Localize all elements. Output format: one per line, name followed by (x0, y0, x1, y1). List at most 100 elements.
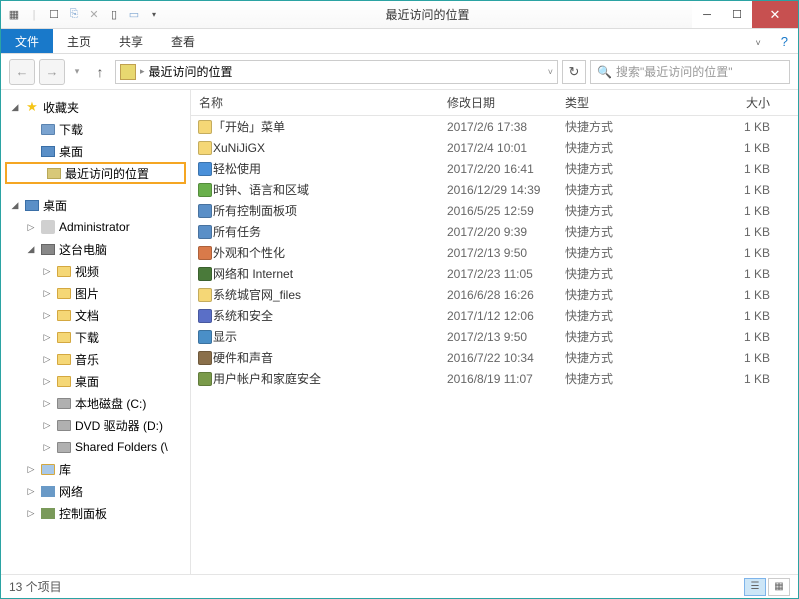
tab-share[interactable]: 共享 (105, 29, 157, 54)
address-path: 最近访问的位置 (149, 63, 233, 80)
globe-icon (198, 162, 212, 176)
sidebar-admin[interactable]: ▷ Administrator (1, 216, 190, 238)
file-row[interactable]: 「开始」菜单2017/2/6 17:38快捷方式1 KB (191, 116, 798, 137)
disk-icon (57, 442, 71, 453)
sidebar-control-panel[interactable]: ▷ 控制面板 (1, 502, 190, 524)
back-button[interactable]: ← (9, 59, 35, 85)
forward-button[interactable]: → (39, 59, 65, 85)
file-type: 快捷方式 (565, 286, 685, 303)
up-button[interactable]: ↑ (89, 61, 111, 83)
search-box[interactable]: 🔍 搜索"最近访问的位置" (590, 60, 790, 84)
panel-icon (198, 204, 212, 218)
file-date: 2016/8/19 11:07 (447, 372, 565, 386)
col-date-header[interactable]: 修改日期 (447, 94, 565, 111)
file-row[interactable]: XuNiJiGX2017/2/4 10:01快捷方式1 KB (191, 137, 798, 158)
file-row[interactable]: 外观和个性化2017/2/13 9:50快捷方式1 KB (191, 242, 798, 263)
file-tab[interactable]: 文件 (1, 29, 53, 53)
file-row[interactable]: 轻松使用2017/2/20 16:41快捷方式1 KB (191, 158, 798, 179)
file-date: 2017/2/20 16:41 (447, 162, 565, 176)
minimize-button[interactable]: ─ (692, 1, 722, 28)
desktop-group[interactable]: ◢ 桌面 (1, 194, 190, 216)
sidebar-recent-places[interactable]: ▸ 最近访问的位置 (5, 162, 186, 184)
qat-copy-icon[interactable]: ⎘ (65, 6, 83, 24)
ribbon-tabs: 文件 主页 共享 查看 ˅ ? (1, 29, 798, 54)
item-count: 13 个项目 (9, 578, 62, 595)
file-date: 2017/2/20 9:39 (447, 225, 565, 239)
folder-icon (57, 332, 71, 343)
sidebar-desktop-fav[interactable]: ▸ 桌面 (1, 140, 190, 162)
file-size: 1 KB (685, 141, 798, 155)
sidebar-computer-item[interactable]: ▷视频 (1, 260, 190, 282)
file-name: 系统和安全 (213, 307, 447, 324)
col-type-header[interactable]: 类型 (565, 94, 685, 111)
qat-divider: | (25, 6, 43, 24)
file-size: 1 KB (685, 162, 798, 176)
file-date: 2016/7/22 10:34 (447, 351, 565, 365)
file-row[interactable]: 系统和安全2017/1/12 12:06快捷方式1 KB (191, 305, 798, 326)
help-button[interactable]: ? (771, 34, 798, 49)
sidebar-computer-item[interactable]: ▷文档 (1, 304, 190, 326)
sidebar-computer-item[interactable]: ▷本地磁盘 (C:) (1, 392, 190, 414)
favorites-group[interactable]: ◢★ 收藏夹 (1, 96, 190, 118)
folder-icon (198, 288, 212, 302)
file-size: 1 KB (685, 309, 798, 323)
sidebar-downloads[interactable]: ▸ 下载 (1, 118, 190, 140)
file-type: 快捷方式 (565, 265, 685, 282)
sidebar-network[interactable]: ▷ 网络 (1, 480, 190, 502)
sidebar-computer[interactable]: ◢ 这台电脑 (1, 238, 190, 260)
file-type: 快捷方式 (565, 370, 685, 387)
file-date: 2017/2/13 9:50 (447, 330, 565, 344)
address-bar[interactable]: ▸ 最近访问的位置 ˅ (115, 60, 558, 84)
sidebar-computer-item[interactable]: ▷音乐 (1, 348, 190, 370)
sidebar-computer-item[interactable]: ▷Shared Folders (\ (1, 436, 190, 458)
address-dropdown-icon[interactable]: ˅ (548, 67, 553, 77)
clock-icon (198, 183, 212, 197)
file-name: 时钟、语言和区域 (213, 181, 447, 198)
close-button[interactable]: ✕ (752, 1, 798, 28)
file-row[interactable]: 硬件和声音2016/7/22 10:34快捷方式1 KB (191, 347, 798, 368)
computer-icon (41, 244, 55, 255)
col-name-header[interactable]: 名称 (191, 94, 447, 111)
refresh-button[interactable]: ↻ (562, 60, 586, 84)
history-dropdown[interactable]: ▾ (69, 59, 85, 85)
tab-view[interactable]: 查看 (157, 29, 209, 54)
navigation-bar: ← → ▾ ↑ ▸ 最近访问的位置 ˅ ↻ 🔍 搜索"最近访问的位置" (1, 54, 798, 90)
sidebar-computer-item[interactable]: ▷下载 (1, 326, 190, 348)
file-name: 系统城官网_files (213, 286, 447, 303)
tab-home[interactable]: 主页 (53, 29, 105, 54)
sidebar-libraries[interactable]: ▷ 库 (1, 458, 190, 480)
folder-icon (57, 266, 71, 277)
file-date: 2017/2/6 17:38 (447, 120, 565, 134)
maximize-button[interactable]: ☐ (722, 1, 752, 28)
file-row[interactable]: 用户帐户和家庭安全2016/8/19 11:07快捷方式1 KB (191, 368, 798, 389)
qat-new-icon[interactable]: ▯ (105, 6, 123, 24)
sidebar-computer-item[interactable]: ▷DVD 驱动器 (D:) (1, 414, 190, 436)
details-view-button[interactable]: ☰ (744, 578, 766, 596)
qat-paste-icon[interactable]: ✕ (85, 6, 103, 24)
sidebar-computer-item[interactable]: ▷图片 (1, 282, 190, 304)
file-row[interactable]: 时钟、语言和区域2016/12/29 14:39快捷方式1 KB (191, 179, 798, 200)
file-type: 快捷方式 (565, 328, 685, 345)
file-row[interactable]: 显示2017/2/13 9:50快捷方式1 KB (191, 326, 798, 347)
file-row[interactable]: 所有控制面板项2016/5/25 12:59快捷方式1 KB (191, 200, 798, 221)
col-size-header[interactable]: 大小 (685, 94, 798, 111)
folder-icon (57, 354, 71, 365)
control-panel-icon (41, 508, 55, 519)
file-name: 用户帐户和家庭安全 (213, 370, 447, 387)
ribbon-expand[interactable]: ˅ (744, 34, 771, 49)
qat-properties-icon[interactable]: ☐ (45, 6, 63, 24)
qat-dropdown-icon[interactable]: ▾ (145, 6, 163, 24)
file-name: 网络和 Internet (213, 265, 447, 282)
file-row[interactable]: 系统城官网_files2016/6/28 16:26快捷方式1 KB (191, 284, 798, 305)
file-list-pane: 名称 修改日期 类型 大小 「开始」菜单2017/2/6 17:38快捷方式1 … (191, 90, 798, 574)
qat-rename-icon[interactable]: ▭ (125, 6, 143, 24)
icons-view-button[interactable]: ▦ (768, 578, 790, 596)
file-row[interactable]: 所有任务2017/2/20 9:39快捷方式1 KB (191, 221, 798, 242)
desktop-icon (41, 146, 55, 157)
appearance-icon (198, 246, 212, 260)
sidebar-computer-item[interactable]: ▷桌面 (1, 370, 190, 392)
file-size: 1 KB (685, 288, 798, 302)
search-icon: 🔍 (597, 65, 612, 79)
file-row[interactable]: 网络和 Internet2017/2/23 11:05快捷方式1 KB (191, 263, 798, 284)
file-type: 快捷方式 (565, 118, 685, 135)
